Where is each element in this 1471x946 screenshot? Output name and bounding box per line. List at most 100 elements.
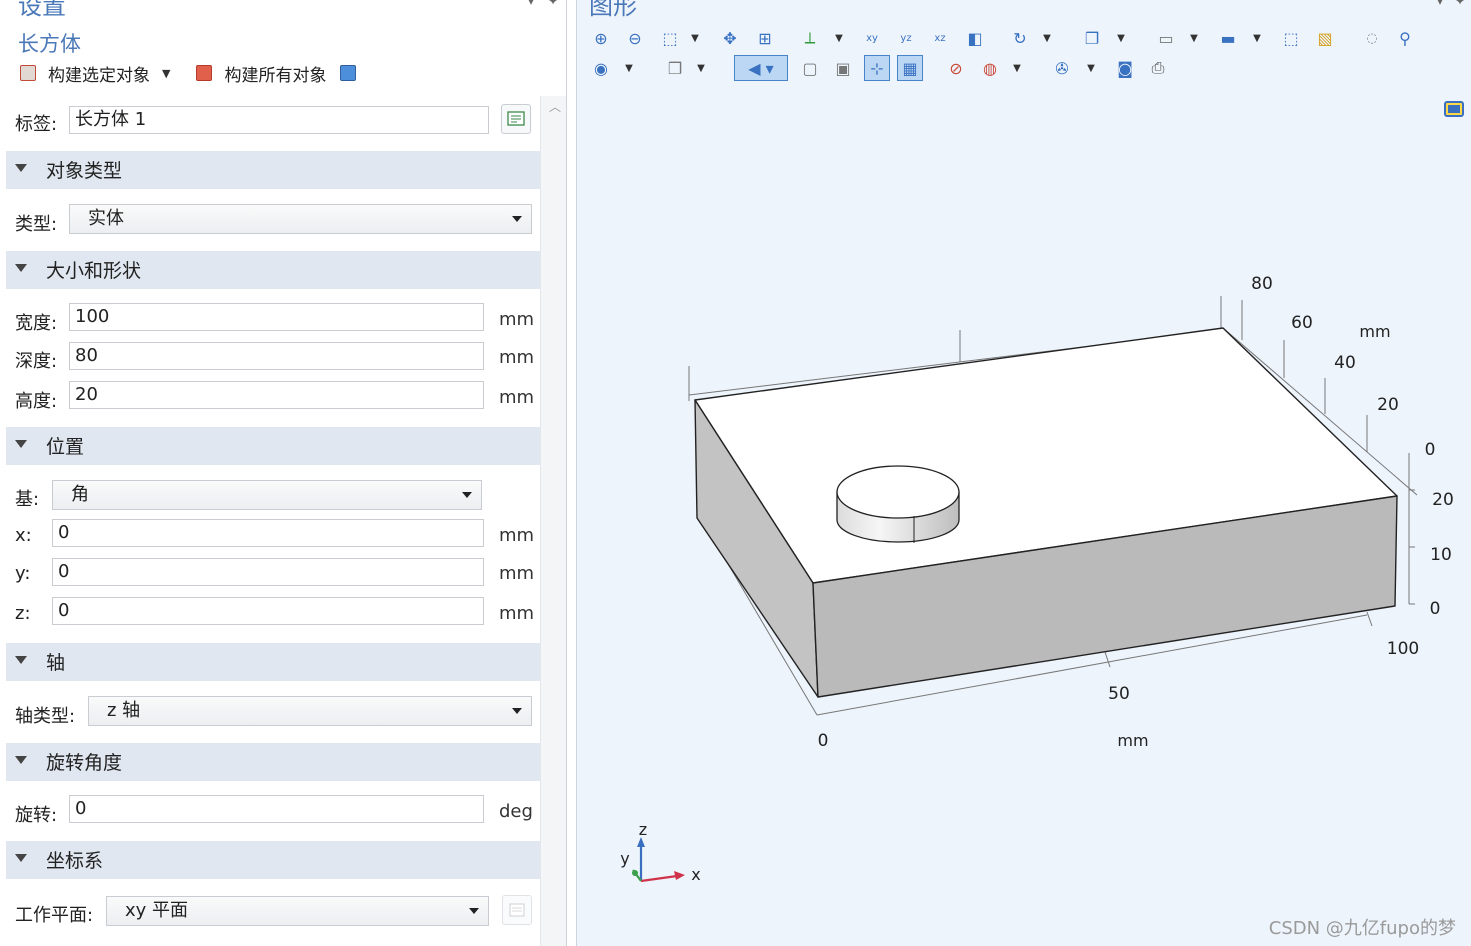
scene-light-icon[interactable]: ▬ [1217,27,1239,49]
y-tick-label: 20 [1377,395,1399,415]
depth-unit: mm [499,347,535,368]
label-field-label: 标签: [15,114,58,135]
chevron-down-icon[interactable]: ▼ [1011,57,1023,79]
zoom-box-icon[interactable]: ⬚ [659,27,681,49]
x-tick-label: 0 [818,731,829,751]
section-axis[interactable]: 轴 [6,643,540,681]
zoom-in-icon[interactable]: ⊕ [590,27,612,49]
select-box-icon[interactable]: ⬚ [1280,27,1302,49]
build-toolbar: 构建选定对象 ▼ 构建所有对象 [20,60,357,86]
render-icon[interactable]: ▭ [1155,27,1177,49]
hide-icon[interactable]: ◌ [1361,27,1383,49]
xz-view-icon[interactable]: xz [929,27,951,49]
y-label: y: [15,563,31,584]
build-all-button[interactable]: 构建所有对象 [196,61,326,86]
view-icon[interactable]: ◉ [590,57,612,79]
section-title: 大小和形状 [46,260,142,282]
z-tick-label: 10 [1430,545,1452,565]
label-edit-button[interactable] [501,104,531,134]
aperture-icon[interactable]: ✇ [1051,57,1073,79]
settings-title: 设置 [18,0,66,20]
clear-selection-icon[interactable]: ⊘ [945,57,967,79]
triad-y-label: y [620,849,629,868]
chevron-down-icon [512,216,522,222]
label-input[interactable]: 长方体 1 [69,106,489,134]
transparency-icon[interactable]: ❐ [1081,27,1103,49]
section-title: 位置 [46,436,85,458]
node-type-title: 长方体 [18,32,81,56]
cylinder[interactable] [836,465,960,543]
chevron-down-icon[interactable]: ▼ [1251,27,1263,49]
chevron-down-icon [462,492,472,498]
watermark: CSDN @九亿fupo的梦 [1268,918,1456,939]
triad-x-label: x [691,865,700,884]
pan-icon[interactable]: ✥ [719,27,741,49]
depth-input[interactable]: 80 [69,342,484,370]
update-icon [340,65,357,81]
width-input[interactable]: 100 [69,303,484,331]
chevron-down-icon[interactable]: ▼ [1085,57,1097,79]
rotate-icon[interactable]: ↻ [1009,27,1031,49]
axis-type-select[interactable]: z 轴 [88,696,532,726]
rotation-input[interactable]: 0 [69,795,484,823]
chevron-down-icon[interactable]: ▼ [1041,27,1053,49]
reset-icon[interactable]: ◍ [979,57,1001,79]
base-select[interactable]: 角 [52,480,482,510]
section-size-shape[interactable]: 大小和形状 [6,251,540,289]
pin-icon[interactable]: ✦ [1455,0,1465,8]
axis-toggle-icon[interactable]: ⊹ [864,55,890,81]
section-position[interactable]: 位置 [6,427,540,465]
light-source-button[interactable]: ◀ ▾ [734,55,788,81]
build-selected-button[interactable]: 构建选定对象 ▼ [20,61,170,86]
select-all-icon[interactable]: ▧ [1314,27,1336,49]
zoom-out-icon[interactable]: ⊖ [624,27,646,49]
x-input[interactable]: 0 [52,519,484,547]
settings-scrollbar[interactable]: ︿ [540,96,566,946]
y-unit: mm [499,563,535,584]
workplane-goto-button[interactable] [502,895,532,925]
graphics-viewport[interactable]: 0 50 100 mm 80 60 40 20 0 mm 20 10 0 z y [577,90,1471,946]
xy-view-icon[interactable]: xy [861,27,883,49]
y-unit-label: mm [1359,322,1390,341]
z-tick-label: 20 [1432,490,1454,510]
zoom-extents-icon[interactable]: ⊞ [754,27,776,49]
y-tick-label: 60 [1291,313,1313,333]
wireframe-icon[interactable]: ▢ [799,57,821,79]
pin-icon[interactable]: ✦ [548,0,558,8]
height-input[interactable]: 20 [69,381,484,409]
section-title: 旋转角度 [46,752,123,774]
yz-view-icon[interactable]: yz [895,27,917,49]
chevron-down-icon[interactable]: ▼ [833,27,845,49]
chevron-down-icon[interactable]: ▼ [689,27,701,49]
print-icon[interactable]: ⎙ [1147,57,1169,79]
camera-icon[interactable]: ◙ [1114,57,1136,79]
build-selected-label: 构建选定对象 [48,65,150,86]
z-input[interactable]: 0 [52,597,484,625]
section-rotation[interactable]: 旋转角度 [6,743,540,781]
z-label: z: [15,603,31,624]
chevron-down-icon[interactable]: ▼ [623,57,635,79]
section-object-type[interactable]: 对象类型 [6,151,540,189]
pane-menu-icon[interactable]: ▾ [528,0,534,8]
chevron-down-icon[interactable]: ▼ [162,67,170,80]
y-tick-label: 80 [1251,274,1273,294]
type-select[interactable]: 实体 [69,204,532,234]
scroll-up-icon[interactable]: ︿ [549,98,561,115]
section-icon[interactable]: ◧ [964,27,986,49]
chevron-down-icon[interactable]: ▼ [1188,27,1200,49]
z-tick-label: 0 [1430,599,1441,619]
build-update-button[interactable] [340,65,357,81]
cube-views-icon[interactable]: ❒ [664,57,686,79]
chevron-down-icon[interactable]: ▼ [1115,27,1127,49]
find-icon[interactable]: ⚲ [1394,27,1416,49]
axes-icon[interactable]: ⟂ [799,27,821,49]
workplane-select[interactable]: xy 平面 [106,896,489,926]
y-input[interactable]: 0 [52,558,484,586]
grid-icon[interactable]: ▦ [897,55,923,81]
box-render-icon[interactable]: ▣ [832,57,854,79]
pane-menu-icon[interactable]: ▾ [1437,0,1443,8]
section-coordinate-system[interactable]: 坐标系 [6,841,540,879]
build-selected-icon [20,65,36,81]
section-title: 对象类型 [46,160,123,182]
chevron-down-icon[interactable]: ▼ [695,57,707,79]
